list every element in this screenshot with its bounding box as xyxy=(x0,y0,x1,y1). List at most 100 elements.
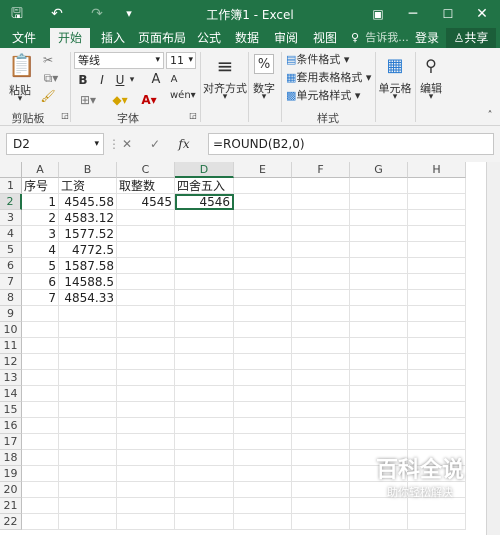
border-icon[interactable]: ⊞▾ xyxy=(77,92,99,108)
cell-a9[interactable] xyxy=(22,306,59,322)
cell-b10[interactable] xyxy=(59,322,117,338)
cell-g17[interactable] xyxy=(350,434,408,450)
paste-icon[interactable]: 📋 xyxy=(8,54,35,80)
cell-f18[interactable] xyxy=(292,450,350,466)
cell-a14[interactable] xyxy=(22,386,59,402)
cell-d16[interactable] xyxy=(175,418,234,434)
column-header-c[interactable]: C xyxy=(117,162,175,178)
cell-g6[interactable] xyxy=(350,258,408,274)
cell-f13[interactable] xyxy=(292,370,350,386)
cell-d11[interactable] xyxy=(175,338,234,354)
shrink-font-button[interactable]: A xyxy=(168,72,180,88)
cell-g22[interactable] xyxy=(350,514,408,530)
cell-e12[interactable] xyxy=(234,354,292,370)
cell-f2[interactable] xyxy=(292,194,350,210)
cell-d12[interactable] xyxy=(175,354,234,370)
row-header-12[interactable]: 12 xyxy=(0,354,22,370)
row-header-14[interactable]: 14 xyxy=(0,386,22,402)
cancel-icon[interactable]: ✕ xyxy=(120,136,134,152)
percent-icon[interactable]: % xyxy=(254,54,274,74)
cell-a19[interactable] xyxy=(22,466,59,482)
row-header-4[interactable]: 4 xyxy=(0,226,22,242)
row-header-7[interactable]: 7 xyxy=(0,274,22,290)
fill-color-icon[interactable]: ◆▾ xyxy=(109,92,131,108)
row-header-13[interactable]: 13 xyxy=(0,370,22,386)
cell-a4[interactable]: 3 xyxy=(22,226,59,242)
cell-g7[interactable] xyxy=(350,274,408,290)
cell-c17[interactable] xyxy=(117,434,175,450)
cell-g5[interactable] xyxy=(350,242,408,258)
cell-f4[interactable] xyxy=(292,226,350,242)
tab-file[interactable]: 文件 xyxy=(6,28,42,48)
format-painter-icon[interactable]: 🖌 xyxy=(40,88,56,104)
cell-a10[interactable] xyxy=(22,322,59,338)
font-name-select[interactable]: 等线 ▾ xyxy=(74,52,164,69)
cell-e3[interactable] xyxy=(234,210,292,226)
editing-dropdown-icon[interactable]: ▾ xyxy=(425,92,437,102)
cell-g4[interactable] xyxy=(350,226,408,242)
cell-h13[interactable] xyxy=(408,370,466,386)
ribbon-display-icon[interactable]: ▣ xyxy=(370,4,386,24)
name-box[interactable]: D2 ▾ xyxy=(6,133,104,155)
cell-b11[interactable] xyxy=(59,338,117,354)
select-all-corner[interactable] xyxy=(0,162,22,178)
tab-page-layout[interactable]: 页面布局 xyxy=(134,28,190,48)
column-header-d[interactable]: D xyxy=(175,162,234,178)
tab-review[interactable]: 审阅 xyxy=(270,28,302,48)
cell-e6[interactable] xyxy=(234,258,292,274)
cell-a12[interactable] xyxy=(22,354,59,370)
cell-h14[interactable] xyxy=(408,386,466,402)
cell-b8[interactable]: 4854.33 xyxy=(59,290,117,306)
cell-b6[interactable]: 1587.58 xyxy=(59,258,117,274)
cell-e18[interactable] xyxy=(234,450,292,466)
cell-d5[interactable] xyxy=(175,242,234,258)
cell-a11[interactable] xyxy=(22,338,59,354)
cell-b13[interactable] xyxy=(59,370,117,386)
cell-f15[interactable] xyxy=(292,402,350,418)
cell-f7[interactable] xyxy=(292,274,350,290)
cell-f22[interactable] xyxy=(292,514,350,530)
collapse-ribbon-icon[interactable]: ˄ xyxy=(484,110,496,126)
customize-quick-access-icon[interactable]: ▾ xyxy=(122,4,136,24)
phonetic-icon[interactable]: wén▾ xyxy=(170,88,196,104)
tab-view[interactable]: 视图 xyxy=(309,28,341,48)
column-header-g[interactable]: G xyxy=(350,162,408,178)
cell-c20[interactable] xyxy=(117,482,175,498)
cell-g14[interactable] xyxy=(350,386,408,402)
formula-input[interactable]: =ROUND(B2,0) xyxy=(208,133,494,155)
cell-d17[interactable] xyxy=(175,434,234,450)
cell-e1[interactable] xyxy=(234,178,292,194)
cell-h1[interactable] xyxy=(408,178,466,194)
cell-c15[interactable] xyxy=(117,402,175,418)
cell-h10[interactable] xyxy=(408,322,466,338)
row-header-20[interactable]: 20 xyxy=(0,482,22,498)
cell-h4[interactable] xyxy=(408,226,466,242)
cell-b1[interactable]: 工资 xyxy=(59,178,117,194)
cell-h16[interactable] xyxy=(408,418,466,434)
cell-a1[interactable]: 序号 xyxy=(22,178,59,194)
cell-g3[interactable] xyxy=(350,210,408,226)
cell-c11[interactable] xyxy=(117,338,175,354)
cell-f3[interactable] xyxy=(292,210,350,226)
row-header-10[interactable]: 10 xyxy=(0,322,22,338)
cell-a17[interactable] xyxy=(22,434,59,450)
row-header-1[interactable]: 1 xyxy=(0,178,22,194)
cell-f17[interactable] xyxy=(292,434,350,450)
cell-f12[interactable] xyxy=(292,354,350,370)
sign-in-link[interactable]: 登录 xyxy=(413,28,441,48)
cells-icon[interactable]: ▦ xyxy=(384,54,406,78)
row-header-22[interactable]: 22 xyxy=(0,514,22,530)
tab-insert[interactable]: 插入 xyxy=(96,28,130,48)
cell-e5[interactable] xyxy=(234,242,292,258)
cell-e13[interactable] xyxy=(234,370,292,386)
cell-f10[interactable] xyxy=(292,322,350,338)
row-header-21[interactable]: 21 xyxy=(0,498,22,514)
cell-d4[interactable] xyxy=(175,226,234,242)
cell-c2[interactable]: 4545 xyxy=(117,194,175,210)
cell-f1[interactable] xyxy=(292,178,350,194)
cell-f11[interactable] xyxy=(292,338,350,354)
redo-icon[interactable]: ↷ xyxy=(88,4,106,24)
row-header-15[interactable]: 15 xyxy=(0,402,22,418)
cut-icon[interactable]: ✂ xyxy=(40,52,56,68)
tab-formulas[interactable]: 公式 xyxy=(193,28,225,48)
